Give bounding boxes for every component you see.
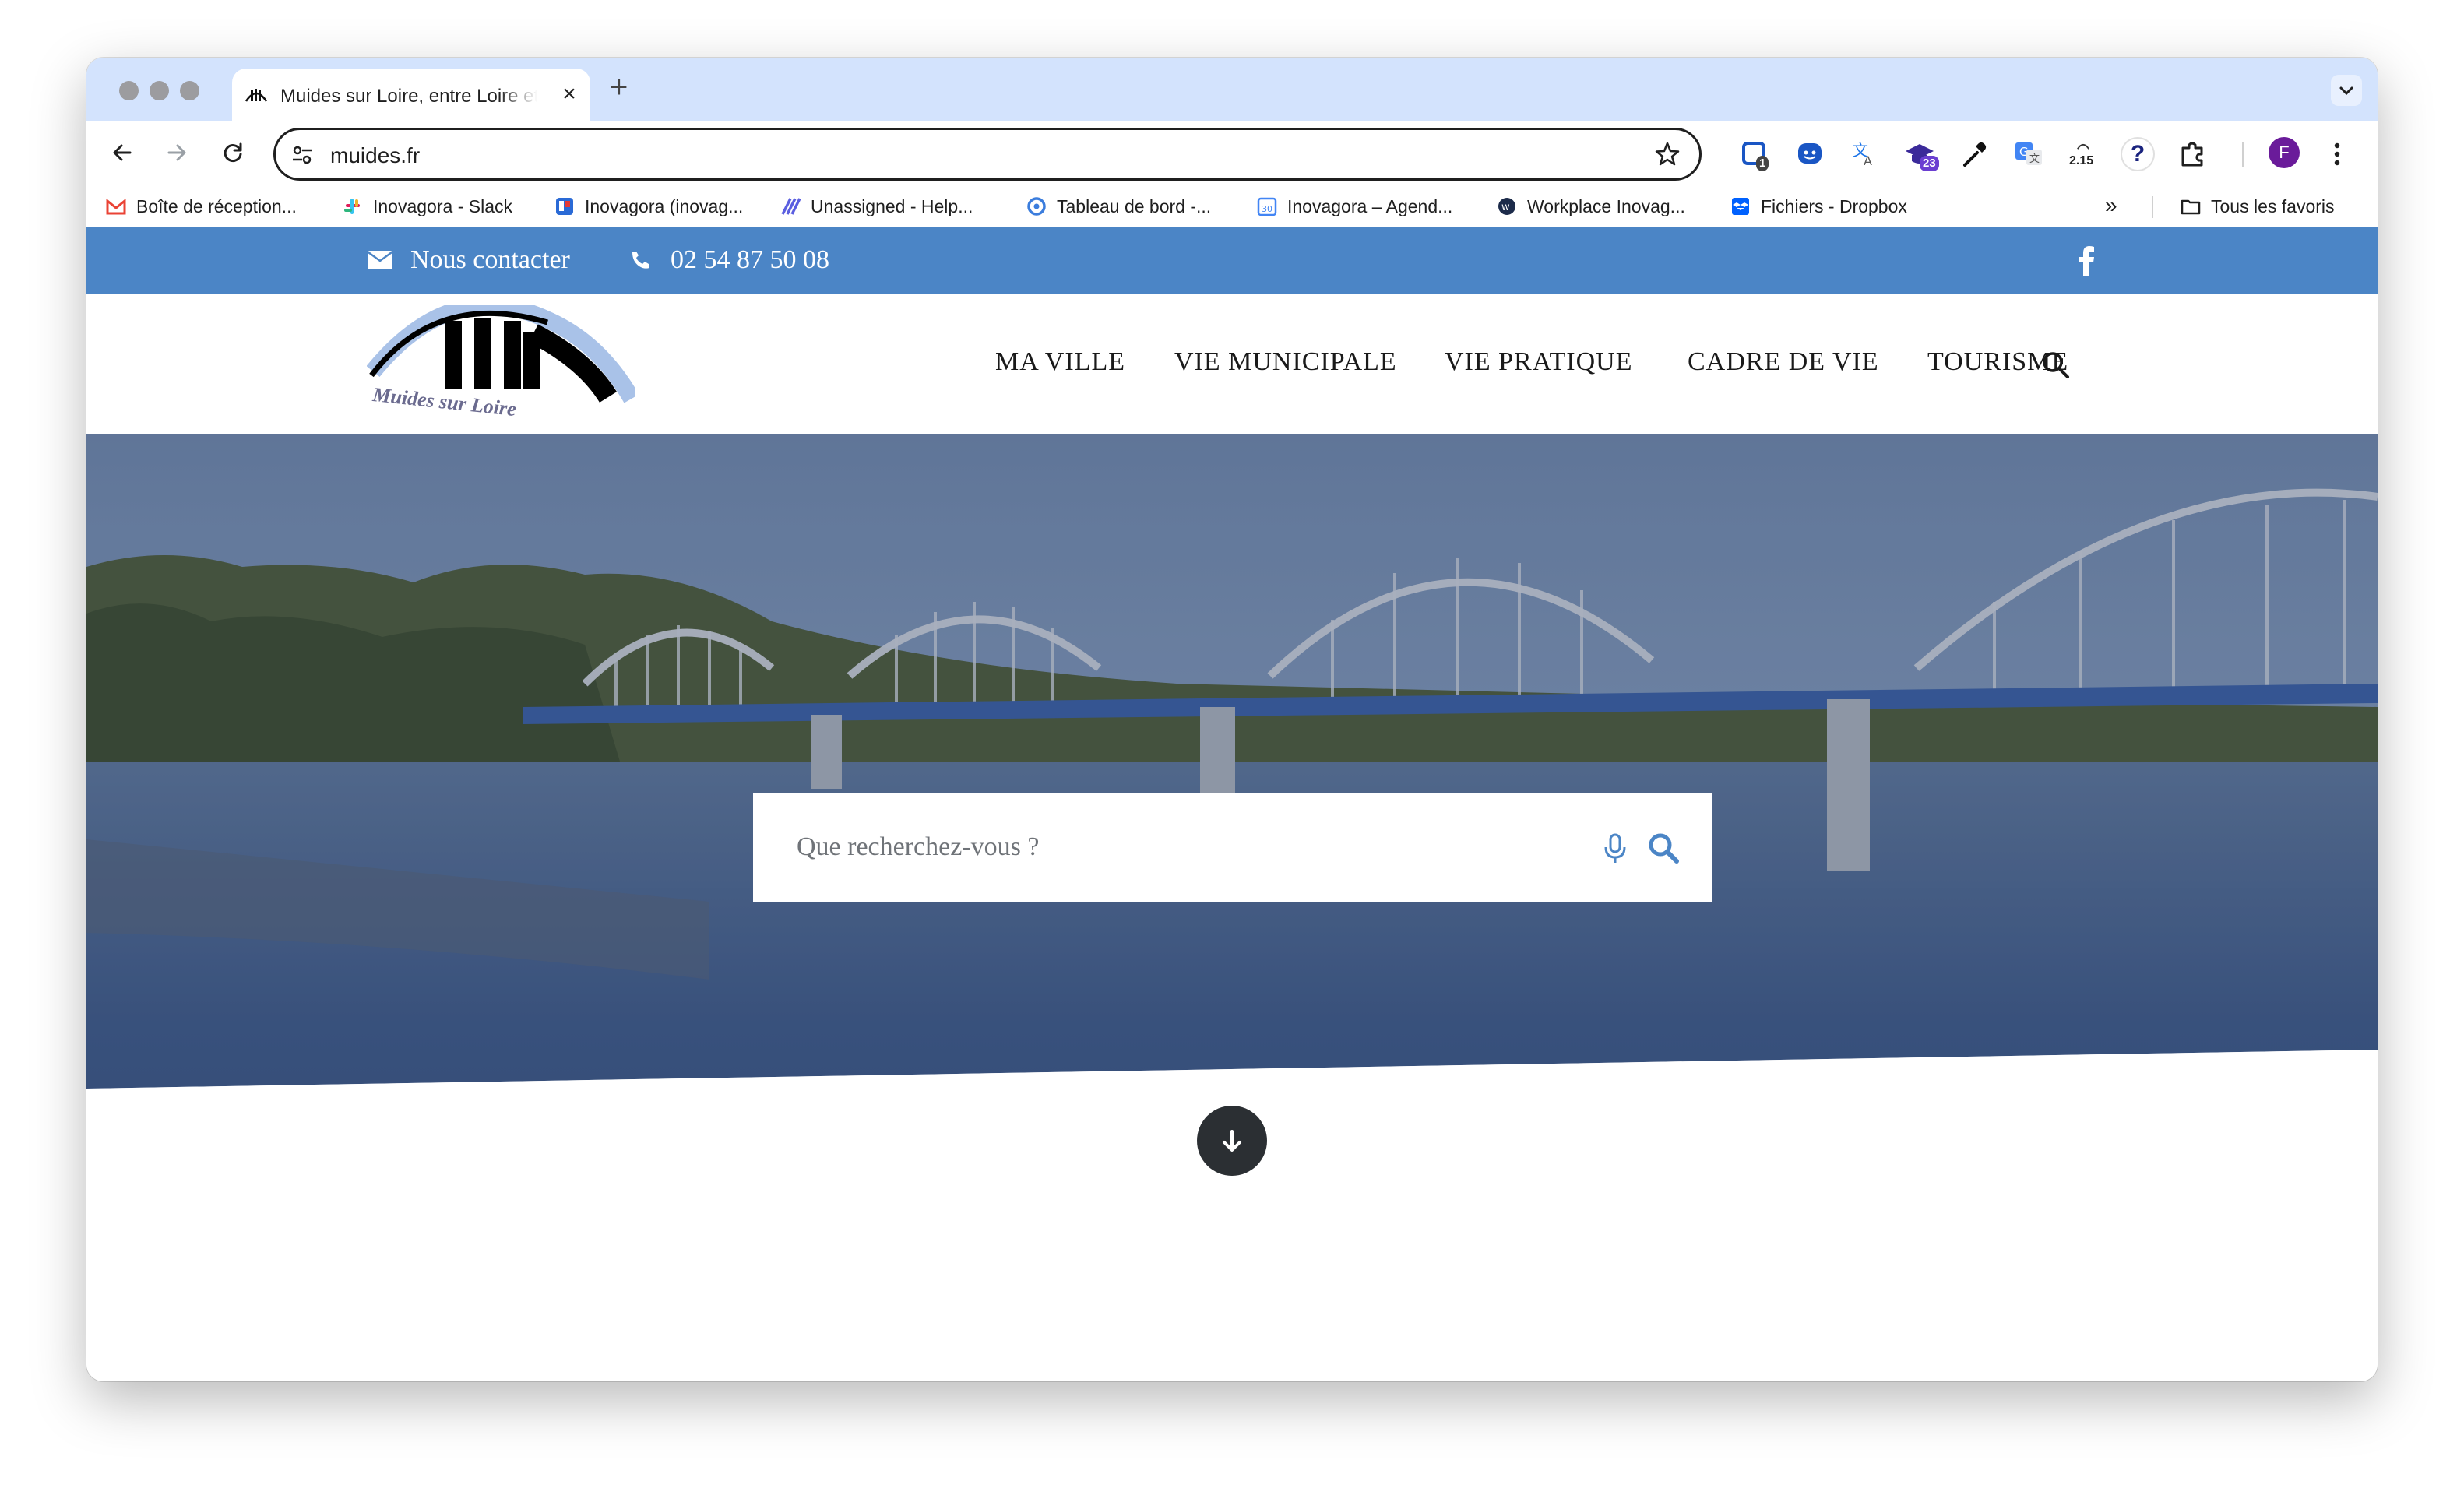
web-page: Nous contacter 02 54 87 50 08 Muides sur… — [86, 227, 2378, 1381]
site-settings-icon[interactable] — [291, 144, 313, 166]
search-submit-icon[interactable] — [1647, 832, 1680, 864]
site-top-bar: Nous contacter 02 54 87 50 08 — [86, 227, 2378, 294]
kebab-menu-icon[interactable] — [2321, 139, 2353, 170]
bookmarks-divider — [2152, 196, 2153, 218]
gmail-icon — [106, 198, 126, 215]
profile-avatar[interactable]: F — [2269, 137, 2300, 168]
bookmark-item[interactable]: Unassigned - Help... — [780, 195, 973, 218]
tab-close-icon[interactable]: × — [558, 83, 581, 106]
extension-help-icon[interactable]: ? — [2122, 139, 2153, 170]
dropbox-icon — [1732, 198, 1749, 215]
forward-arrow-icon[interactable] — [161, 137, 192, 168]
tab-title: Muides sur Loire, entre Loire et Chambor… — [280, 86, 537, 107]
trello-icon — [556, 198, 573, 215]
extension-eyedropper-icon[interactable] — [1959, 139, 1990, 170]
extension-translate-icon[interactable]: 文A — [1850, 139, 1881, 170]
url-text: muides.fr — [330, 143, 421, 167]
menu-item-vie-pratique[interactable]: VIE PRATIQUE — [1445, 347, 1632, 377]
muides-logo[interactable]: Muides sur Loire — [367, 305, 635, 422]
scroll-down-button[interactable] — [1197, 1106, 1267, 1176]
svg-text:w: w — [1501, 202, 1510, 213]
folder-icon — [2181, 199, 2201, 215]
dashboard-icon — [1027, 197, 1046, 216]
helpdesk-icon — [781, 198, 801, 215]
bookmark-item[interactable]: Inovagora (inovag... — [554, 195, 743, 218]
bookmark-item[interactable]: Boîte de réception... — [105, 195, 297, 218]
header-search-icon[interactable] — [2040, 349, 2071, 380]
site-header: Muides sur Loire MA VILLE VIE MUNICIPALE… — [86, 294, 2378, 434]
bookmark-item[interactable]: Tableau de bord -... — [1026, 195, 1211, 218]
hero-search-box — [753, 793, 1712, 902]
bookmark-item[interactable]: 30 Inovagora – Agend... — [1256, 195, 1452, 218]
bookmark-star-icon[interactable] — [1654, 141, 1681, 167]
extensions-puzzle-icon[interactable] — [2177, 139, 2208, 170]
chevron-down-icon — [2339, 86, 2353, 96]
more-bookmarks-icon[interactable]: » — [2105, 193, 2117, 218]
extension-chat-icon[interactable] — [1795, 139, 1826, 170]
bookmarks-bar: Boîte de réception... Inovagora - Slack … — [86, 185, 2378, 227]
speed-label: 2.15 — [2069, 154, 2094, 167]
all-bookmarks-folder[interactable]: Tous les favoris — [2180, 195, 2335, 218]
site-favicon-icon — [245, 89, 268, 102]
contact-link[interactable]: Nous contacter — [367, 243, 570, 277]
logo-text: Muides sur Loire — [371, 383, 517, 420]
address-bar[interactable]: muides.fr — [273, 128, 1702, 181]
window-close-dot[interactable] — [119, 81, 139, 100]
back-arrow-icon[interactable] — [107, 137, 138, 168]
hero-search-input[interactable] — [797, 824, 1544, 871]
toolbar-divider — [2242, 142, 2244, 167]
extension-google-translate-icon[interactable]: G文 — [2013, 139, 2044, 170]
calendar-icon: 30 — [1257, 197, 1277, 216]
extension-badge: 1 — [1756, 156, 1769, 171]
browser-toolbar: muides.fr 1 文A 23 G文 2.15 ? F — [86, 121, 2378, 185]
phone-icon — [632, 252, 649, 269]
svg-text:30: 30 — [1262, 204, 1272, 214]
tab-search-button[interactable] — [2331, 75, 2362, 106]
svg-text:文: 文 — [2029, 153, 2040, 165]
menu-item-vie-municipale[interactable]: VIE MUNICIPALE — [1174, 347, 1397, 377]
browser-window: Muides sur Loire, entre Loire et Chambor… — [86, 58, 2378, 1381]
menu-item-ma-ville[interactable]: MA VILLE — [995, 347, 1125, 377]
window-zoom-dot[interactable] — [180, 81, 199, 100]
bookmark-item[interactable]: w Workplace Inovag... — [1496, 195, 1685, 218]
reload-icon[interactable] — [217, 137, 248, 168]
arrow-down-icon — [1223, 1130, 1241, 1152]
envelope-icon — [368, 251, 392, 269]
active-tab[interactable]: Muides sur Loire, entre Loire et Chambor… — [232, 69, 590, 121]
microphone-icon[interactable] — [1602, 833, 1628, 864]
tab-strip: Muides sur Loire, entre Loire et Chambor… — [86, 58, 2378, 121]
extension-graduation-icon[interactable]: 23 — [1904, 139, 1939, 171]
slack-icon — [344, 199, 360, 214]
hero-banner — [86, 434, 2378, 1291]
extension-speed-icon[interactable]: 2.15 — [2068, 139, 2099, 170]
facebook-icon[interactable] — [2077, 246, 2096, 276]
workplace-icon: w — [1498, 198, 1515, 215]
extension-tab-manager-icon[interactable]: 1 — [1741, 139, 1772, 171]
bookmark-item[interactable]: Fichiers - Dropbox — [1730, 195, 1907, 218]
bookmark-item[interactable]: Inovagora - Slack — [342, 195, 512, 218]
svg-text:A: A — [1864, 153, 1872, 168]
window-minimize-dot[interactable] — [150, 81, 169, 100]
phone-link[interactable]: 02 54 87 50 08 — [628, 243, 829, 277]
new-tab-plus-icon[interactable]: + — [610, 72, 628, 103]
extension-badge-count: 23 — [1920, 156, 1939, 171]
menu-item-cadre-de-vie[interactable]: CADRE DE VIE — [1688, 347, 1879, 377]
